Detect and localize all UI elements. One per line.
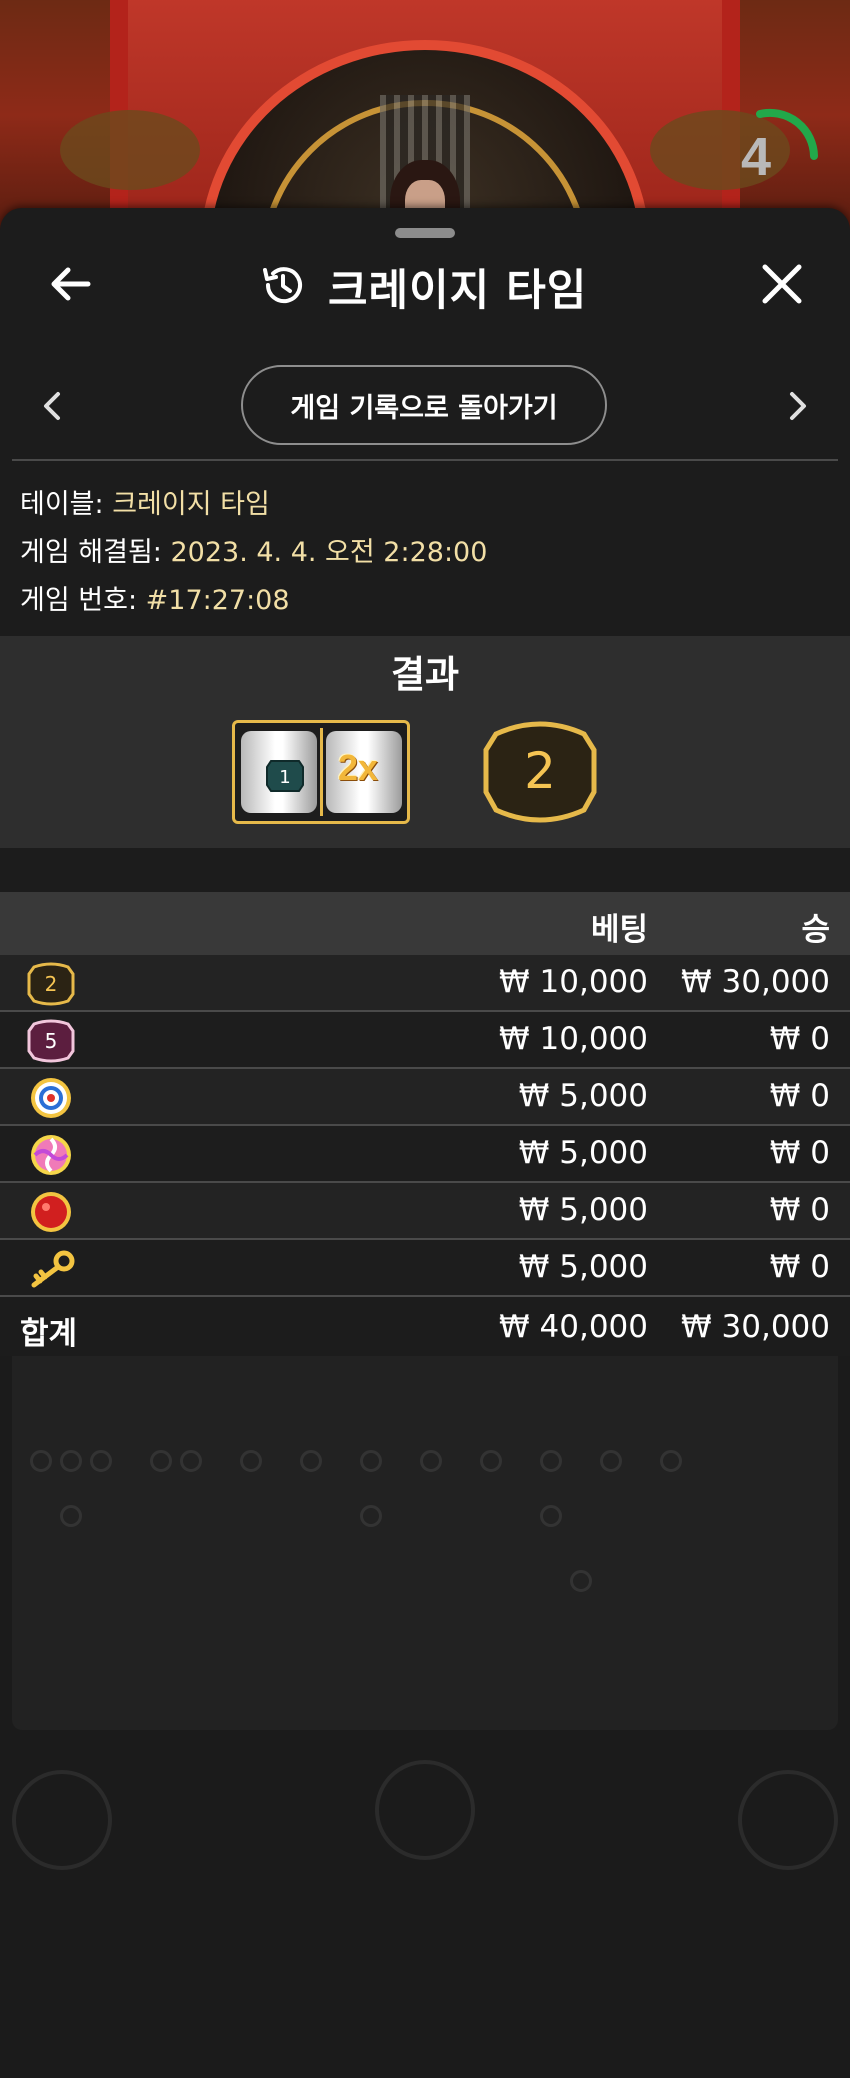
result-number: 2 — [524, 742, 556, 800]
tile-number: 2 — [45, 972, 58, 996]
number-2-tile-icon: 2 — [27, 962, 75, 1006]
bets-table-header — [0, 892, 850, 955]
table-label: 테이블: — [20, 489, 104, 520]
table-value: 크레이지 타임 — [112, 489, 270, 520]
total-bet-amount: ₩ 40,000 — [499, 1309, 648, 1345]
win-amount: ₩ 0 — [769, 1135, 830, 1171]
tile-number: 5 — [45, 1029, 58, 1053]
total-row: 합계 ₩ 40,000 ₩ 30,000 — [0, 1300, 850, 1356]
game-number-label: 게임 번호: — [20, 585, 138, 616]
road-history-ghost — [12, 1300, 838, 1730]
next-round-button[interactable] — [786, 388, 812, 424]
bet-row: ₩ 5,000 ₩ 0 — [0, 1126, 850, 1183]
result-number-tile: 2 — [483, 721, 597, 823]
close-icon — [762, 264, 802, 304]
bet-amount: ₩ 5,000 — [518, 1135, 648, 1171]
bet-amount: ₩ 10,000 — [499, 1021, 648, 1057]
total-label: 합계 — [20, 1316, 78, 1352]
win-amount: ₩ 0 — [769, 1249, 830, 1285]
game-number-info: 게임 번호: #17:27:08 — [20, 578, 290, 617]
previous-round-button[interactable] — [38, 388, 64, 424]
bet-amount: ₩ 10,000 — [499, 964, 648, 1000]
slot-separator — [320, 728, 323, 816]
coin-flip-target-icon — [31, 1078, 71, 1118]
win-column-header: 승 — [801, 912, 830, 948]
slot-reel-right: 2x — [326, 731, 402, 813]
bet-amount: ₩ 5,000 — [518, 1249, 648, 1285]
bet-amount: ₩ 5,000 — [518, 1078, 648, 1114]
drag-handle[interactable] — [395, 228, 455, 238]
slot-number: 1 — [279, 767, 290, 788]
total-win-amount: ₩ 30,000 — [681, 1309, 830, 1345]
bet-row: 2 ₩ 10,000 ₩ 30,000 — [0, 955, 850, 1012]
chevron-right-icon — [790, 392, 806, 420]
resolved-value: 2023. 4. 4. 오전 2:28:00 — [170, 537, 488, 568]
win-amount: ₩ 0 — [769, 1021, 830, 1057]
bet-amount: ₩ 5,000 — [518, 1192, 648, 1228]
top-slot-result: 1 2x — [232, 720, 410, 824]
crazy-time-key-icon — [31, 1250, 75, 1288]
history-icon — [260, 262, 306, 308]
arrow-left-icon — [51, 267, 91, 301]
win-amount: ₩ 0 — [769, 1078, 830, 1114]
cash-hunt-red-button-icon — [31, 1192, 71, 1232]
slot-multiplier: 2x — [338, 747, 379, 788]
divider — [12, 459, 838, 461]
bet-column-header: 베팅 — [590, 912, 648, 948]
win-amount: ₩ 0 — [769, 1192, 830, 1228]
bet-row: ₩ 5,000 ₩ 0 — [0, 1183, 850, 1240]
bet-row: 5 ₩ 10,000 ₩ 0 — [0, 1012, 850, 1069]
game-number-value: #17:27:08 — [145, 585, 290, 616]
result-title: 결과 — [390, 653, 460, 696]
pachinko-candy-icon — [31, 1135, 71, 1175]
back-button[interactable] — [44, 258, 96, 310]
page-title: 크레이지 타임 — [328, 266, 588, 316]
chevron-left-icon — [44, 392, 60, 420]
number-5-tile-icon: 5 — [27, 1019, 75, 1063]
number-1-tile-icon: 1 — [266, 760, 304, 792]
close-button[interactable] — [756, 258, 808, 310]
table-info: 테이블: 크레이지 타임 — [20, 482, 270, 521]
bet-row: ₩ 5,000 ₩ 0 — [0, 1069, 850, 1126]
bet-row: ₩ 5,000 ₩ 0 — [0, 1240, 850, 1297]
resolved-label: 게임 해결됨: — [20, 537, 162, 568]
back-to-history-button[interactable]: 게임 기록으로 돌아가기 — [241, 365, 607, 445]
resolved-info: 게임 해결됨: 2023. 4. 4. 오전 2:28:00 — [20, 530, 487, 569]
win-amount: ₩ 30,000 — [681, 964, 830, 1000]
slot-reel-left: 1 — [241, 731, 317, 813]
